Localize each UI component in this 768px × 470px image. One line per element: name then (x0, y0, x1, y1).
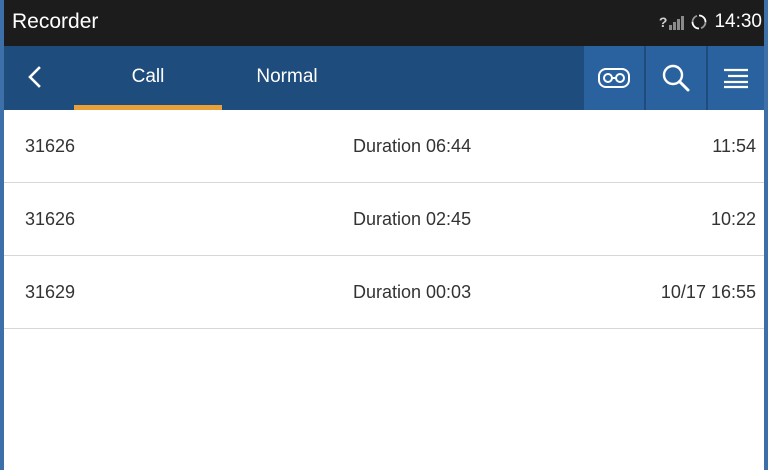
tab-call-label: Call (131, 66, 165, 87)
frame-edge-right (764, 0, 768, 470)
caller-number: 31626 (25, 209, 76, 229)
caller-number: 31629 (25, 282, 76, 302)
cassette-tape-icon (598, 68, 630, 88)
call-duration: Duration 06:44 (353, 136, 472, 156)
menu-icon (724, 68, 748, 89)
list-item[interactable]: 31629 Duration 00:03 10/17 16:55 (4, 256, 764, 329)
tab-normal[interactable]: Normal (222, 46, 352, 110)
caller-number: 31626 (25, 136, 76, 156)
signal-icon: ? (659, 14, 685, 30)
status-indicators: ? 14:30 (659, 11, 762, 33)
chevron-left-icon (28, 66, 41, 88)
call-duration: Duration 00:03 (353, 282, 472, 302)
search-button[interactable] (646, 46, 706, 110)
tab-normal-label: Normal (256, 66, 318, 87)
call-duration: Duration 02:45 (353, 209, 472, 229)
call-time: 11:54 (712, 136, 756, 156)
list-item[interactable]: 31626 Duration 06:44 11:54 (4, 110, 764, 183)
list-item[interactable]: 31626 Duration 02:45 10:22 (4, 183, 764, 256)
tab-call[interactable]: Call (74, 46, 222, 110)
call-time: 10:22 (710, 209, 756, 229)
action-bar: Call Normal (4, 46, 764, 110)
recorder-screen: Recorder ? 14:30 Call Normal 31626 Durat… (0, 0, 768, 470)
search-icon (662, 64, 690, 92)
status-clock: 14:30 (714, 11, 762, 32)
app-title: Recorder (12, 10, 99, 33)
call-time: 10/17 16:55 (660, 282, 756, 302)
recording-list: 31626 Duration 06:44 11:54 31626 Duratio… (4, 110, 764, 329)
menu-button[interactable] (708, 46, 764, 110)
signal-unknown-mark: ? (658, 14, 668, 30)
sync-icon (690, 13, 708, 31)
status-bar: Recorder ? 14:30 (4, 0, 764, 46)
recordings-button[interactable] (584, 46, 644, 110)
back-button[interactable] (20, 62, 50, 92)
